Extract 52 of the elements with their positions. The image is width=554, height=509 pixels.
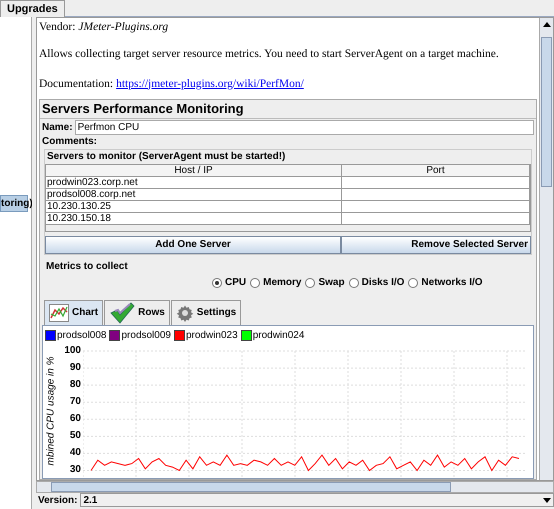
y-tick-label: 80 (70, 380, 81, 390)
vendor-label: Vendor: (39, 20, 76, 35)
legend-label: prodsol009 (121, 328, 171, 343)
remove-server-button[interactable]: Remove Selected Server (341, 236, 531, 254)
y-tick-label: 100 (64, 346, 81, 356)
metric-radio[interactable]: CPU (212, 275, 246, 290)
radio-button[interactable] (305, 278, 316, 288)
horizontal-scrollbar[interactable] (36, 481, 554, 493)
section-title: Servers Performance Monitoring (40, 100, 536, 119)
y-tick-label: 60 (70, 414, 81, 424)
vendor-name: JMeter-Plugins.org (78, 20, 168, 35)
servers-group-title: Servers to monitor (ServerAgent must be started!) (46, 150, 286, 164)
column-header[interactable]: Port (342, 164, 530, 177)
y-axis-label: mbined CPU usage in % (44, 356, 58, 468)
legend-label: prodwin023 (186, 328, 238, 343)
radio-button[interactable] (348, 278, 359, 288)
documentation-link[interactable]: https://jmeter-plugins.org/wiki/PerfMon/ (116, 76, 304, 93)
comments-label: Comments: (41, 136, 98, 147)
add-server-button[interactable]: Add One Server (45, 236, 341, 254)
view-tab[interactable]: Chart (44, 300, 104, 325)
y-tick-label: 30 (70, 465, 81, 476)
metric-radio[interactable]: Networks I/O (408, 275, 483, 290)
column-header[interactable]: Host / IP (46, 164, 342, 177)
caret-icon (543, 498, 551, 502)
y-tick-label: 90 (70, 362, 81, 373)
radio-button[interactable] (408, 278, 418, 288)
metric-radio[interactable]: Swap (305, 275, 345, 290)
version-label: Version: (38, 494, 78, 508)
checkmark-icon (109, 302, 136, 324)
version-dropdown[interactable]: 2.1 (80, 493, 554, 507)
upgrades-tab[interactable]: Upgrades (0, 0, 65, 17)
metric-radio[interactable]: Memory (250, 275, 302, 290)
radio-button[interactable] (250, 278, 260, 288)
table-cell: 10.230.150.18 (46, 212, 342, 225)
chart-icon (49, 304, 69, 322)
legend-label: prodwin024 (252, 328, 304, 343)
radio-button[interactable] (212, 278, 222, 288)
vertical-scrollbar[interactable] (539, 18, 553, 480)
view-tab[interactable]: Settings (170, 300, 242, 325)
scroll-up-icon[interactable] (542, 22, 550, 27)
y-tick-label: 50 (70, 431, 81, 442)
y-tick-label: 40 (70, 448, 81, 458)
y-tick-label: 70 (70, 396, 81, 407)
name-label: Name: (42, 120, 73, 135)
metrics-group-title: Metrics to collect (45, 260, 129, 273)
documentation-label: Documentation: (39, 76, 114, 92)
description-text: Allows collecting target server resource metrics. You need to start ServerAgent on a target machine. (39, 47, 500, 62)
legend-label: prodsol008 (57, 328, 106, 343)
gear-icon (176, 304, 194, 322)
view-tab[interactable]: Rows (104, 300, 170, 325)
name-field[interactable]: Perfmon CPU (74, 120, 534, 135)
metric-radio[interactable]: Disks I/O (348, 275, 404, 290)
